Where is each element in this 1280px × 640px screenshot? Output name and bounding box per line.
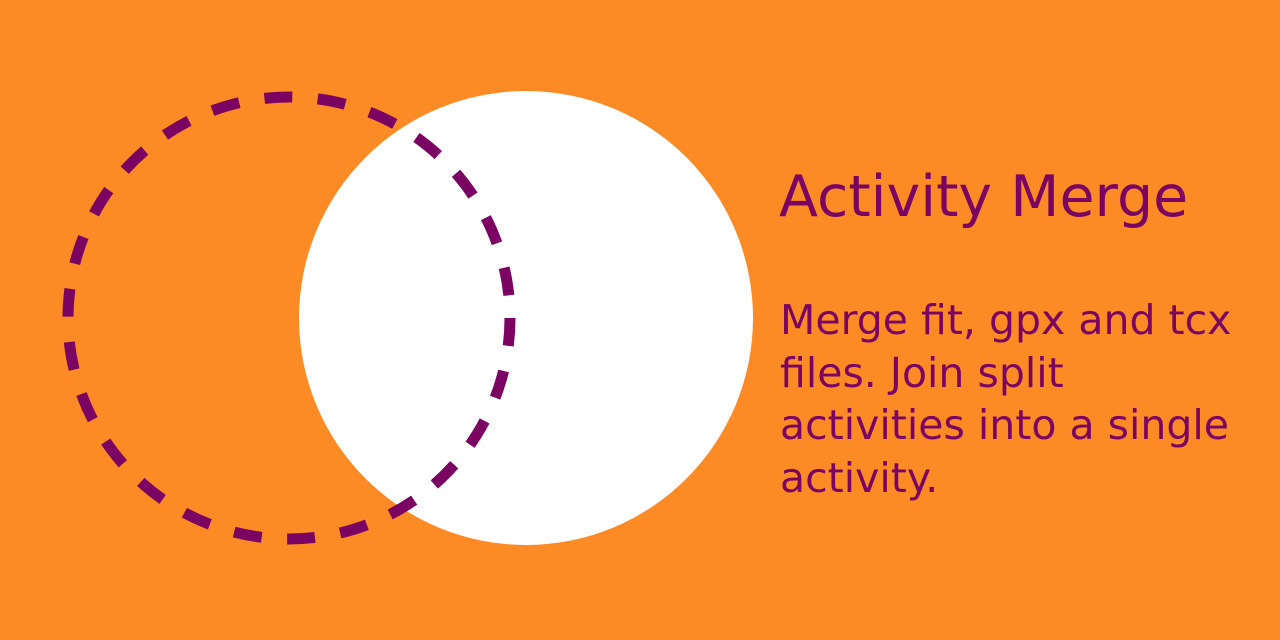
page-title: Activity Merge <box>779 164 1189 230</box>
description-text: Merge fit, gpx and tcx files. Join split… <box>780 296 1232 502</box>
banner: Activity Merge Merge fit, gpx and tcx fi… <box>0 0 1280 640</box>
solid-circle-icon <box>299 91 753 545</box>
